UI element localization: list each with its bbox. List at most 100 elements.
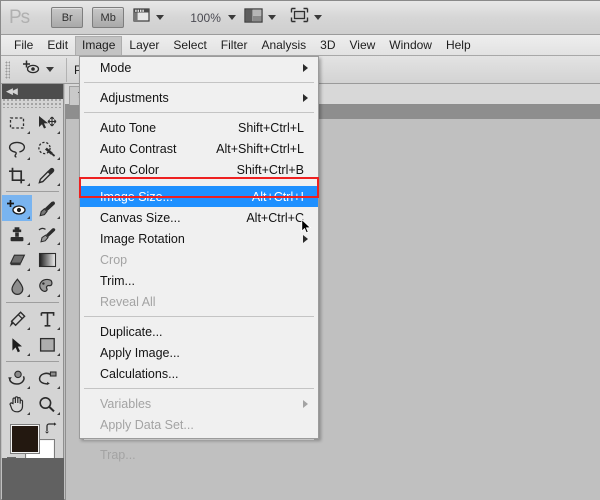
tool-row xyxy=(2,247,63,273)
tool-more-triangle-icon xyxy=(27,183,30,186)
foreground-color-swatch[interactable] xyxy=(11,425,39,453)
clone-stamp-tool[interactable] xyxy=(2,221,32,247)
eraser-tool[interactable] xyxy=(2,247,32,273)
bridge-button[interactable]: Br xyxy=(51,7,84,28)
pen-tool[interactable] xyxy=(2,306,32,332)
tool-more-triangle-icon xyxy=(27,216,30,219)
application-bar: Ps Br Mb 100% xyxy=(1,1,600,35)
menu-item-crop: Crop xyxy=(80,249,318,270)
menu-analysis[interactable]: Analysis xyxy=(254,36,313,55)
menu-item-label: Mode xyxy=(100,60,132,75)
menu-item-canvas-size[interactable]: Canvas Size... Alt+Ctrl+C xyxy=(80,207,318,228)
tool-more-triangle-icon xyxy=(57,386,60,389)
menu-item-shortcut: Shift+Ctrl+L xyxy=(237,120,304,135)
tool-more-triangle-icon xyxy=(57,216,60,219)
move-tool[interactable] xyxy=(32,110,62,136)
screen-mode-button[interactable] xyxy=(244,7,284,28)
menu-separator xyxy=(84,439,314,440)
menu-item-trap: Trap... xyxy=(80,444,318,465)
brush-tool[interactable] xyxy=(32,195,62,221)
menu-item-variables: Variables xyxy=(80,393,318,414)
menu-item-label: Adjustments xyxy=(100,90,169,105)
image-menu-dropdown: Mode Adjustments Auto Tone Shift+Ctrl+L … xyxy=(79,56,319,462)
tools-panel-header[interactable]: ◀◀ xyxy=(2,84,63,99)
menu-image[interactable]: Image xyxy=(75,35,123,55)
zoom-tool[interactable] xyxy=(32,391,62,417)
tool-more-triangle-icon xyxy=(57,157,60,160)
toolbar-divider xyxy=(6,302,59,303)
rectangular-marquee-tool[interactable] xyxy=(2,110,32,136)
tool-preset-picker[interactable] xyxy=(15,57,67,82)
menu-filter[interactable]: Filter xyxy=(214,36,255,55)
rectangle-shape-tool[interactable] xyxy=(32,332,62,358)
menu-item-calculations[interactable]: Calculations... xyxy=(80,363,318,384)
menu-view[interactable]: View xyxy=(342,36,382,55)
tools-panel-footer xyxy=(2,458,64,500)
menu-file[interactable]: File xyxy=(7,36,40,55)
menu-item-image-size[interactable]: Image Size... Alt+Ctrl+I xyxy=(80,186,318,207)
menu-item-shortcut: Shift+Ctrl+B xyxy=(236,162,304,177)
tool-more-triangle-icon xyxy=(27,327,30,330)
photoshop-window: Ps Br Mb 100% File Edit Image Layer Sele… xyxy=(0,0,600,500)
menu-item-reveal-all: Reveal All xyxy=(80,291,318,312)
menu-item-label: Reveal All xyxy=(100,294,156,309)
menu-select[interactable]: Select xyxy=(166,36,213,55)
swap-colors-icon[interactable] xyxy=(45,422,57,437)
spot-healing-brush-tool[interactable] xyxy=(2,195,32,221)
options-bar-grip[interactable] xyxy=(5,60,10,79)
menu-edit[interactable]: Edit xyxy=(40,36,75,55)
blur-tool[interactable] xyxy=(2,273,32,299)
menu-item-shortcut: Alt+Ctrl+C xyxy=(246,210,304,225)
submenu-arrow-icon xyxy=(303,93,308,102)
menu-item-label: Auto Tone xyxy=(100,120,157,135)
menu-item-adjustments[interactable]: Adjustments xyxy=(80,87,318,108)
menu-item-auto-contrast[interactable]: Auto Contrast Alt+Shift+Ctrl+L xyxy=(80,138,318,159)
tool-row xyxy=(2,273,63,299)
menu-item-label: Apply Image... xyxy=(100,345,180,360)
menu-window[interactable]: Window xyxy=(382,36,439,55)
screen-mode-chevron-icon[interactable] xyxy=(267,15,276,20)
3d-camera-rotate-tool[interactable] xyxy=(32,365,62,391)
history-brush-tool[interactable] xyxy=(32,221,62,247)
lasso-tool[interactable] xyxy=(2,136,32,162)
tool-row xyxy=(2,136,63,162)
tools-panel-grip[interactable] xyxy=(2,99,63,108)
collapse-panel-icon[interactable]: ◀◀ xyxy=(6,87,18,96)
3d-object-rotate-tool[interactable] xyxy=(2,365,32,391)
view-extras-button[interactable] xyxy=(133,7,172,28)
tool-more-triangle-icon xyxy=(57,242,60,245)
path-selection-tool[interactable] xyxy=(2,332,32,358)
tool-row xyxy=(2,365,63,391)
crop-tool[interactable] xyxy=(2,162,32,188)
menu-help[interactable]: Help xyxy=(439,36,478,55)
menu-layer[interactable]: Layer xyxy=(122,36,166,55)
hand-tool[interactable] xyxy=(2,391,32,417)
menu-item-auto-color[interactable]: Auto Color Shift+Ctrl+B xyxy=(80,159,318,180)
menu-item-duplicate[interactable]: Duplicate... xyxy=(80,321,318,342)
mini-bridge-button[interactable]: Mb xyxy=(92,7,125,28)
menu-3d[interactable]: 3D xyxy=(313,36,342,55)
menu-item-trim[interactable]: Trim... xyxy=(80,270,318,291)
tool-preset-chevron-icon[interactable] xyxy=(46,67,54,72)
tool-row xyxy=(2,391,63,417)
tool-more-triangle-icon xyxy=(27,242,30,245)
menu-item-apply-image[interactable]: Apply Image... xyxy=(80,342,318,363)
dodge-tool[interactable] xyxy=(32,273,62,299)
tool-row xyxy=(2,332,63,358)
quick-selection-tool[interactable] xyxy=(32,136,62,162)
tool-more-triangle-icon xyxy=(57,294,60,297)
menu-item-mode[interactable]: Mode xyxy=(80,57,318,78)
menu-item-auto-tone[interactable]: Auto Tone Shift+Ctrl+L xyxy=(80,117,318,138)
eyedropper-tool[interactable] xyxy=(32,162,62,188)
menu-item-label: Trim... xyxy=(100,273,135,288)
workspace-chevron-icon[interactable] xyxy=(313,15,322,20)
zoom-chevron-down-icon[interactable] xyxy=(227,15,236,20)
tools-grid xyxy=(2,108,63,500)
workspace-switcher-button[interactable] xyxy=(290,7,330,28)
horizontal-type-tool[interactable] xyxy=(32,306,62,332)
gradient-tool[interactable] xyxy=(32,247,62,273)
menu-item-image-rotation[interactable]: Image Rotation xyxy=(80,228,318,249)
menu-separator xyxy=(84,388,314,389)
chevron-down-icon[interactable] xyxy=(156,15,165,20)
photoshop-logo: Ps xyxy=(9,6,30,28)
